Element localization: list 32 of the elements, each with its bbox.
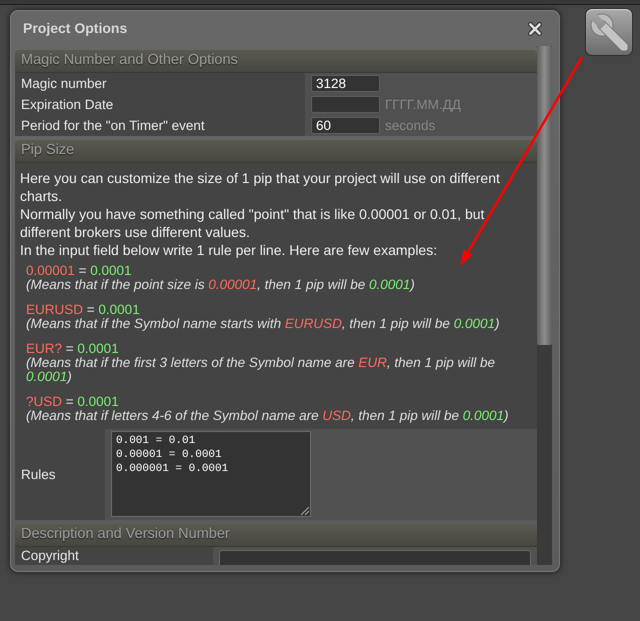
resize-grip-icon[interactable] [301, 507, 309, 515]
example-rule: EUR? = 0.0001 [26, 342, 119, 356]
field-label: Expiration Date [21, 97, 114, 112]
example-rule: ?USD = 0.0001 [26, 395, 119, 409]
example-explanation: (Means that if the Symbol name starts with EURUSD, then 1 pip will be 0.0001) [26, 317, 500, 331]
example-explanation: (Means that if the point size is 0.00001, then 1 pip will be 0.0001) [26, 278, 416, 292]
close-button[interactable] [528, 22, 542, 36]
field-label: Copyright [21, 548, 79, 563]
close-icon [528, 22, 542, 36]
example-explanation: (Means that if the first 3 letters of the Symbol name are EUR, then 1 pip will be 0.0001) [26, 356, 496, 384]
description-text: Normally you have something called "point" that is like 0.00001 or 0.01, but different brokers use different values. [20, 205, 486, 241]
field-label: Period for the "on Timer" event [21, 118, 205, 133]
wrench-icon [590, 13, 628, 51]
text-input[interactable] [219, 550, 531, 565]
section-header: Description and Version Number [15, 524, 537, 547]
wrench-button[interactable] [585, 8, 633, 56]
description-text: In the input field below write 1 rule per line. Here are few examples: [20, 241, 438, 259]
dialog-title: Project Options [23, 19, 128, 38]
text-input[interactable] [311, 96, 380, 113]
example-rule: EURUSD = 0.0001 [26, 303, 140, 317]
text-input[interactable]: 3128 [311, 75, 380, 92]
example-explanation: (Means that if letters 4-6 of the Symbol name are USD, then 1 pip will be 0.0001) [26, 409, 510, 423]
scrollbar[interactable] [537, 46, 552, 565]
field-label: Rules [21, 466, 56, 482]
example-rule: 0.00001 = 0.0001 [26, 264, 132, 278]
section-header: Magic Number and Other Options [15, 50, 537, 73]
field-label: Magic number [21, 76, 107, 91]
section-header: Pip Size [15, 140, 537, 163]
scrollbar-thumb[interactable] [537, 46, 552, 345]
text-input[interactable]: 60 [311, 117, 380, 134]
rules-textarea[interactable]: 0.001 = 0.01 0.00001 = 0.0001 0.000001 = 0.0001 [111, 431, 311, 517]
description-text: Here you can customize the size of 1 pip that your project will use on different charts. [20, 169, 501, 205]
